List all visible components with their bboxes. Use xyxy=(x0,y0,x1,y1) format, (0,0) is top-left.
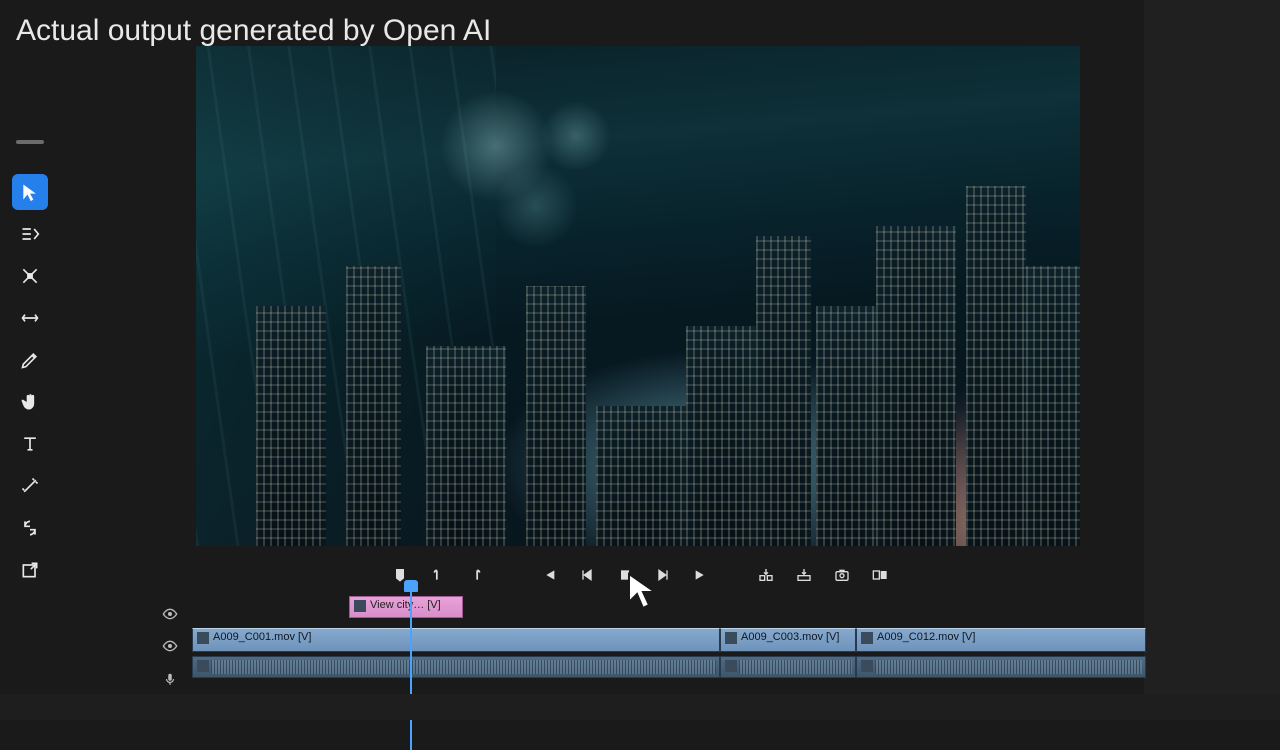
track-toggle-a1[interactable] xyxy=(150,668,190,690)
clip-label: A009_C012.mov [V] xyxy=(877,631,975,643)
transport-controls xyxy=(390,562,890,588)
playhead[interactable] xyxy=(410,582,412,750)
clip-fx-icon xyxy=(197,660,209,672)
selection-tool[interactable] xyxy=(12,174,48,210)
clip-fx-icon xyxy=(354,600,366,612)
play-button[interactable] xyxy=(615,564,635,586)
right-panel-band xyxy=(1144,0,1280,720)
clip-video-2[interactable]: A009_C003.mov [V] xyxy=(720,628,856,652)
clip-fx-icon xyxy=(197,632,209,644)
clip-label: A009_C001.mov [V] xyxy=(213,631,311,643)
video-frame-city-night xyxy=(196,46,1080,546)
clip-audio-2[interactable] xyxy=(720,656,856,678)
track-select-forward-tool[interactable] xyxy=(12,216,48,252)
palette-drag-handle[interactable] xyxy=(16,140,44,144)
comparison-view-button[interactable] xyxy=(870,564,890,586)
track-toggle-v1[interactable] xyxy=(150,634,190,658)
clip-video-1[interactable]: A009_C001.mov [V] xyxy=(192,628,720,652)
go-to-out-button[interactable] xyxy=(691,564,711,586)
mark-out-button[interactable] xyxy=(466,564,486,586)
clip-audio-3[interactable] xyxy=(856,656,1146,678)
remix-tool[interactable] xyxy=(12,510,48,546)
export-tool[interactable] xyxy=(12,552,48,588)
clip-fx-icon xyxy=(861,660,873,672)
pen-tool[interactable] xyxy=(12,342,48,378)
go-to-in-button[interactable] xyxy=(539,564,559,586)
clip-label: A009_C003.mov [V] xyxy=(741,631,839,643)
clip-overlay-view-city[interactable]: View city… [V] xyxy=(349,596,463,618)
bottom-strip xyxy=(0,694,1280,720)
tool-palette xyxy=(0,140,60,588)
clip-video-3[interactable]: A009_C012.mov [V] xyxy=(856,628,1146,652)
mark-in-button[interactable] xyxy=(428,564,448,586)
type-tool[interactable] xyxy=(12,426,48,462)
magic-tool[interactable] xyxy=(12,468,48,504)
clip-fx-icon xyxy=(725,660,737,672)
clip-fx-icon xyxy=(725,632,737,644)
clip-label: View city… [V] xyxy=(370,599,441,611)
clip-audio-1[interactable] xyxy=(192,656,720,678)
insert-button[interactable] xyxy=(756,564,776,586)
export-frame-button[interactable] xyxy=(832,564,852,586)
clip-fx-icon xyxy=(861,632,873,644)
rate-stretch-tool[interactable] xyxy=(12,300,48,336)
hand-tool[interactable] xyxy=(12,384,48,420)
overwrite-button[interactable] xyxy=(794,564,814,586)
ripple-edit-tool[interactable] xyxy=(12,258,48,294)
track-toggle-v2[interactable] xyxy=(150,604,190,624)
step-forward-button[interactable] xyxy=(653,564,673,586)
overlay-title: Actual output generated by Open AI xyxy=(16,14,491,48)
program-monitor[interactable] xyxy=(196,46,1080,546)
step-back-button[interactable] xyxy=(577,564,597,586)
